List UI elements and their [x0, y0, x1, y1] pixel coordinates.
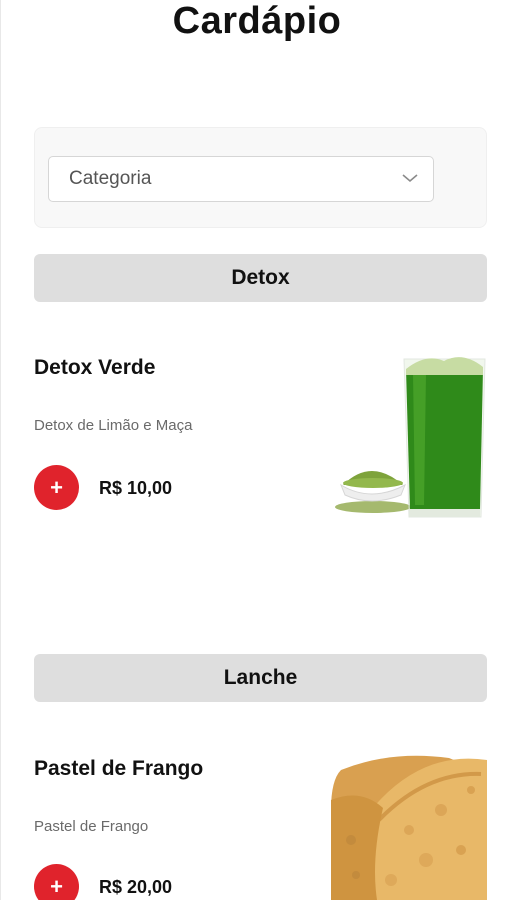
category-select[interactable]: Categoria: [48, 156, 434, 202]
add-to-cart-button[interactable]: +: [34, 465, 79, 510]
add-to-cart-button[interactable]: +: [34, 864, 79, 900]
page-title: Cardápio: [172, 0, 342, 42]
detox-drink-image: [335, 357, 486, 518]
item-price: R$ 10,00: [99, 478, 173, 498]
menu-page: Cardápio Categoria Detox Detox Verde Det…: [0, 0, 512, 900]
item-price: R$ 20,00: [99, 877, 173, 897]
filter-panel: Categoria: [34, 127, 487, 228]
section-header-lanche: Lanche: [34, 654, 487, 702]
category-select-label: Categoria: [69, 168, 152, 189]
item-name: Pastel de Frango: [34, 757, 204, 780]
item-name: Detox Verde: [34, 356, 156, 379]
chevron-down-icon: [402, 174, 418, 183]
item-description: Pastel de Frango: [34, 818, 149, 835]
pastel-image: [331, 750, 487, 900]
item-description: Detox de Limão e Maça: [34, 417, 193, 434]
section-header-detox: Detox: [34, 254, 487, 302]
